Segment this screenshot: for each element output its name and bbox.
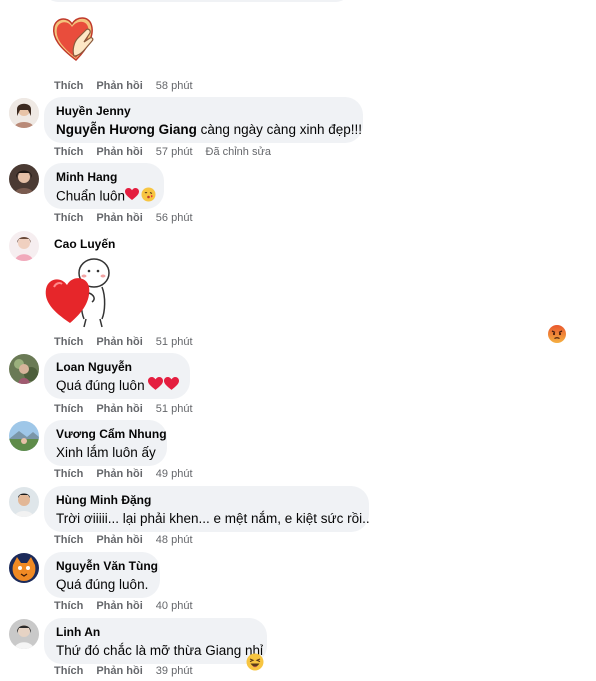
comment-text: Trời ơiiiii... lại phải khen... e mệt nắ… xyxy=(56,511,370,526)
timestamp[interactable]: 56 phút xyxy=(156,212,193,224)
commenter-name[interactable]: Cao Luyến xyxy=(54,237,115,251)
mention-link[interactable]: Nguyễn Hương Giang xyxy=(56,122,197,137)
timestamp[interactable]: 57 phút xyxy=(156,146,193,158)
comment-text: Quá đúng luôn. xyxy=(56,577,149,592)
like-link[interactable]: Thích xyxy=(54,600,83,612)
reply-link[interactable]: Phản hồi xyxy=(96,600,142,612)
like-link[interactable]: Thích xyxy=(54,336,83,348)
comment-actions: Thích Phản hồi 51 phút xyxy=(54,403,193,415)
avatar[interactable] xyxy=(9,421,39,451)
angry-face-icon[interactable] xyxy=(547,324,567,349)
avatar[interactable] xyxy=(9,231,39,261)
reply-link[interactable]: Phản hồi xyxy=(96,336,142,348)
like-link[interactable]: Thích xyxy=(54,534,83,546)
comment-actions: Thích Phản hồi 51 phút xyxy=(54,336,193,348)
comment-actions: Thích Phản hồi 57 phút Đã chỉnh sửa xyxy=(54,146,271,158)
timestamp[interactable]: 40 phút xyxy=(156,600,193,612)
sticker-heart-finger xyxy=(50,12,102,64)
red-heart-icon xyxy=(148,377,164,396)
commenter-name[interactable]: Hùng Minh Đặng xyxy=(56,493,357,508)
avatar[interactable] xyxy=(9,553,39,583)
avatar[interactable] xyxy=(9,164,39,194)
like-link[interactable]: Thích xyxy=(54,80,83,92)
like-link[interactable]: Thích xyxy=(54,212,83,224)
commenter-name[interactable]: Minh Hang xyxy=(56,170,152,185)
haha-icon[interactable] xyxy=(246,653,264,676)
comment-bubble: Minh Hang Chuẩn luôn xyxy=(44,163,164,209)
timestamp[interactable]: 48 phút xyxy=(156,534,193,546)
avatar[interactable] xyxy=(9,619,39,649)
comment-bubble: Nguyễn Văn Tùng Quá đúng luôn. xyxy=(44,552,160,598)
commenter-name[interactable]: Linh An xyxy=(56,625,255,640)
comment-actions: Thích Phản hồi 48 phút xyxy=(54,534,193,546)
comment-actions: Thích Phản hồi 49 phút xyxy=(54,468,193,480)
previous-comment-bubble xyxy=(44,0,350,2)
red-heart-icon xyxy=(125,188,140,206)
timestamp[interactable]: 51 phút xyxy=(156,336,193,348)
reply-link[interactable]: Phản hồi xyxy=(96,665,142,677)
comment-bubble: Loan Nguyễn Quá đúng luôn xyxy=(44,353,190,399)
comment-actions: Thích Phản hồi 39 phút xyxy=(54,665,193,677)
reply-link[interactable]: Phản hồi xyxy=(96,146,142,158)
comment-actions: Thích Phản hồi 56 phút xyxy=(54,212,193,224)
like-link[interactable]: Thích xyxy=(54,403,83,415)
commenter-name[interactable]: Vương Cẩm Nhung xyxy=(56,427,167,442)
timestamp[interactable]: 49 phút xyxy=(156,468,193,480)
comment-bubble: Linh An Thứ đó chắc là mỡ thừa Giang nhỉ xyxy=(44,618,267,664)
like-link[interactable]: Thích xyxy=(54,146,83,158)
reply-link[interactable]: Phản hồi xyxy=(96,468,142,480)
comment-bubble: Hùng Minh Đặng Trời ơiiiii... lại phải k… xyxy=(44,486,370,532)
comment-bubble: Vương Cẩm Nhung Xinh lắm luôn ấy xyxy=(44,420,167,466)
reply-link[interactable]: Phản hồi xyxy=(96,403,142,415)
comment-actions: Thích Phản hồi 40 phút xyxy=(54,600,193,612)
comment-actions: Thích Phản hồi 58 phút xyxy=(54,80,193,92)
avatar[interactable] xyxy=(9,487,39,517)
reply-link[interactable]: Phản hồi xyxy=(96,80,142,92)
timestamp[interactable]: 58 phút xyxy=(156,80,193,92)
reply-link[interactable]: Phản hồi xyxy=(96,212,142,224)
comment-text: Chuẩn luôn xyxy=(56,187,156,207)
commenter-name[interactable]: Nguyễn Văn Tùng xyxy=(56,559,158,574)
kissing-face-icon xyxy=(141,187,156,207)
comment-text: Quá đúng luôn xyxy=(56,377,180,396)
comment-text: Xinh lắm luôn ấy xyxy=(56,445,156,460)
red-heart-icon xyxy=(164,377,180,396)
commenter-name[interactable]: Huyền Jenny xyxy=(56,104,351,119)
edited-label[interactable]: Đã chỉnh sửa xyxy=(206,146,271,158)
comment-text: Nguyễn Hương Giang càng ngày càng xinh đ… xyxy=(56,122,362,137)
reply-link[interactable]: Phản hồi xyxy=(96,534,142,546)
timestamp[interactable]: 39 phút xyxy=(156,665,193,677)
avatar[interactable] xyxy=(9,98,39,128)
like-link[interactable]: Thích xyxy=(54,468,83,480)
like-link[interactable]: Thích xyxy=(54,665,83,677)
comment-bubble: Huyền Jenny Nguyễn Hương Giang càng ngày… xyxy=(44,97,363,143)
avatar[interactable] xyxy=(9,354,39,384)
timestamp[interactable]: 51 phút xyxy=(156,403,193,415)
commenter-name[interactable]: Loan Nguyễn xyxy=(56,360,178,375)
comment-text: Thứ đó chắc là mỡ thừa Giang nhỉ xyxy=(56,643,264,658)
sticker-hugging-heart xyxy=(44,257,114,329)
